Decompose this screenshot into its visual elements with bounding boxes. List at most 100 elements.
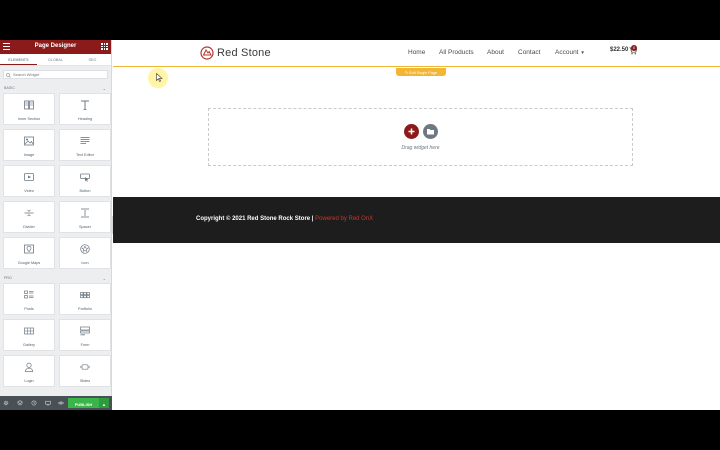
site-header: Red Stone Home All Products About Contac… [113, 40, 720, 67]
chevron-down-icon: ⌄ [102, 86, 106, 91]
plus-icon [408, 128, 415, 135]
add-template-button[interactable] [423, 124, 438, 139]
nav-about[interactable]: About [487, 49, 504, 56]
red-stone-logo-icon [200, 46, 214, 60]
widget-form[interactable]: Form [59, 319, 111, 351]
map-icon [24, 244, 34, 254]
form-icon [80, 326, 90, 336]
widget-label: Icon [81, 261, 89, 265]
footer-copyright: Copyright © 2021 Red Stone Rock Store | … [196, 216, 373, 222]
slides-icon [80, 364, 90, 370]
widget-posts[interactable]: Posts [3, 283, 55, 315]
edit-page-tab[interactable]: ✎ Edit Single Page [396, 68, 446, 76]
nav-home[interactable]: Home [408, 49, 425, 56]
category-basic-label: BASIC [4, 86, 15, 90]
widget-label: Inner Section [17, 117, 41, 121]
logo-text: Red Stone [217, 47, 271, 59]
widget-label: Portfolio [78, 307, 92, 311]
widget-label: Heading [77, 117, 93, 121]
nav-account-label: Account [555, 49, 579, 56]
cart-count-badge: 0 [631, 45, 637, 51]
widget-icon[interactable]: Icon [59, 237, 111, 269]
posts-icon [24, 290, 34, 299]
mouse-cursor-icon [156, 73, 163, 82]
caret-down-icon: ▼ [580, 50, 585, 55]
category-pro-label: PRO [4, 276, 12, 280]
layers-icon[interactable] [17, 400, 23, 406]
gallery-icon [24, 327, 34, 335]
widget-login[interactable]: Login [3, 355, 55, 387]
widget-portfolio[interactable]: Portfolio [59, 283, 111, 315]
add-section-button[interactable] [404, 124, 419, 139]
image-icon [24, 136, 34, 146]
tab-elements[interactable]: ELEMENTS [0, 54, 37, 65]
widget-label: Spacer [78, 225, 92, 229]
widget-label: Video [24, 189, 34, 193]
widget-spacer[interactable]: Spacer [59, 201, 111, 233]
widget-label: Image [23, 153, 35, 157]
login-icon [24, 362, 34, 372]
sidebar-header: Page Designer [0, 40, 111, 54]
nav-account[interactable]: Account ▼ [555, 49, 585, 56]
sidebar-title: Page Designer [34, 43, 77, 49]
tab-seo[interactable]: SEO [74, 54, 111, 65]
category-pro[interactable]: PRO ⌄ [0, 273, 111, 283]
portfolio-icon [80, 292, 90, 299]
widget-inner-section[interactable]: Inner Section [3, 93, 55, 125]
caret-up-icon: ▲ [102, 401, 106, 407]
widget-slides[interactable]: Slides [59, 355, 111, 387]
widget-label: Form [80, 343, 90, 347]
nav-all-products[interactable]: All Products [439, 49, 474, 56]
widget-google-maps[interactable]: Google Maps [3, 237, 55, 269]
widget-gallery[interactable]: Gallery [3, 319, 55, 351]
widget-label: Text Editor [76, 153, 94, 157]
drag-widget-hint: Drag widget here [401, 145, 440, 151]
sidebar-footer: PUBLISH ▲ [0, 396, 112, 410]
basic-widgets: Inner Section Heading Image Text Editor … [0, 93, 111, 269]
widget-label: Login [24, 379, 34, 383]
eye-icon[interactable] [58, 400, 64, 406]
copyright-text: Copyright © 2021 Red Stone Rock Store | [196, 216, 314, 222]
folder-icon [427, 129, 434, 135]
history-icon[interactable] [31, 400, 37, 406]
sidebar-tabs: ELEMENTS GLOBAL SEO [0, 54, 111, 66]
widgets-grid-icon[interactable] [101, 43, 108, 50]
site-footer: Copyright © 2021 Red Stone Rock Store | … [113, 197, 720, 243]
category-basic[interactable]: BASIC ⌄ [0, 83, 111, 93]
text-editor-icon [80, 137, 90, 144]
spacer-icon [81, 208, 89, 218]
pro-widgets: Posts Portfolio Gallery Form Login Slide… [0, 283, 111, 387]
divider-icon [24, 209, 34, 217]
empty-section-dropzone[interactable]: Drag widget here [208, 108, 633, 166]
editor-sidebar: Page Designer ELEMENTS GLOBAL SEO BASIC … [0, 40, 112, 410]
chevron-down-icon: ⌄ [102, 276, 106, 281]
star-icon [80, 244, 90, 254]
site-preview: Red Stone Home All Products About Contac… [113, 40, 720, 410]
widget-image[interactable]: Image [3, 129, 55, 161]
app-frame: Page Designer ELEMENTS GLOBAL SEO BASIC … [0, 40, 720, 410]
widget-button[interactable]: Button [59, 165, 111, 197]
video-icon [24, 173, 34, 181]
publish-button[interactable]: PUBLISH [68, 398, 99, 408]
search-icon [6, 72, 11, 78]
publish-options-button[interactable]: ▲ [99, 398, 109, 408]
widget-video[interactable]: Video [3, 165, 55, 197]
pencil-icon: ✎ [404, 71, 409, 75]
nav-contact[interactable]: Contact [518, 49, 540, 56]
widget-label: Gallery [22, 343, 36, 347]
widget-label: Posts [24, 307, 34, 311]
gear-icon[interactable] [3, 400, 9, 406]
search-input[interactable] [13, 71, 103, 78]
widget-search [3, 70, 108, 79]
powered-by-link[interactable]: Powered by Red OnX [315, 216, 373, 222]
button-icon [80, 173, 90, 182]
cart-total[interactable]: $22.50 [610, 47, 628, 53]
responsive-icon[interactable] [45, 400, 51, 406]
widget-text-editor[interactable]: Text Editor [59, 129, 111, 161]
widget-heading[interactable]: Heading [59, 93, 111, 125]
widget-label: Slides [79, 379, 91, 383]
tab-global[interactable]: GLOBAL [37, 54, 74, 65]
widget-divider[interactable]: Divider [3, 201, 55, 233]
widget-label: Button [79, 189, 91, 193]
widget-label: Divider [23, 225, 35, 229]
